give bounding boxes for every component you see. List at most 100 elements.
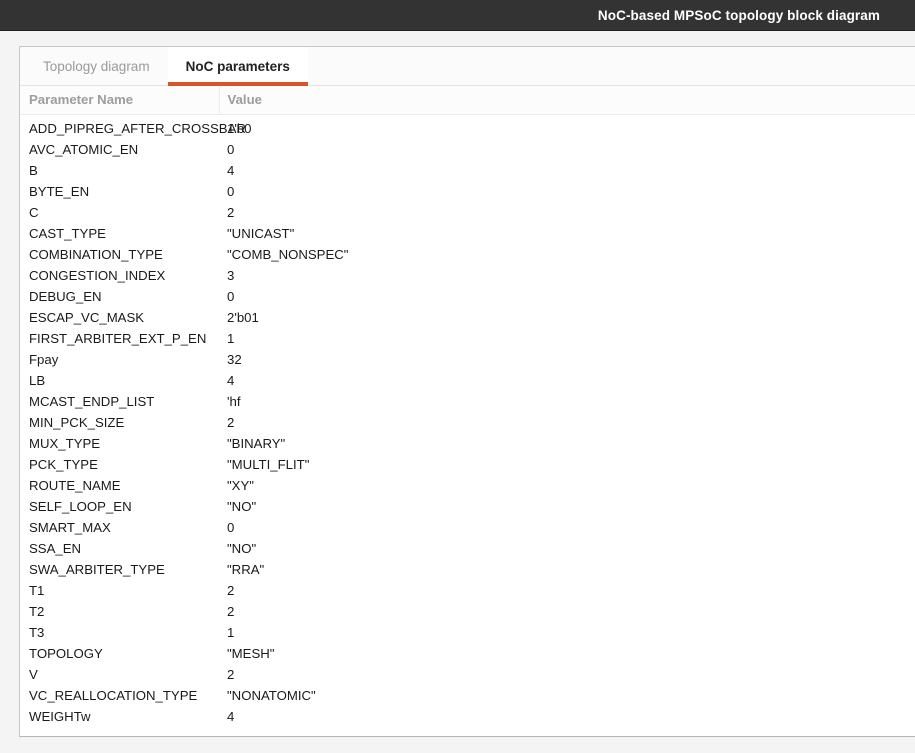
table-row[interactable]: TOPOLOGY"MESH" (20, 643, 915, 664)
parameter-value-cell: 2 (219, 202, 915, 223)
table-header-row: Parameter Name Value (20, 86, 915, 115)
table-row[interactable]: AVC_ATOMIC_EN0 (20, 139, 915, 160)
table-row[interactable]: CONGESTION_INDEX3 (20, 265, 915, 286)
parameter-value-cell: "COMB_NONSPEC" (219, 244, 915, 265)
parameter-name-cell: ESCAP_VC_MASK (20, 307, 219, 328)
parameter-name-cell: SMART_MAX (20, 517, 219, 538)
parameter-value-cell: "NO" (219, 538, 915, 559)
parameter-name-cell: B (20, 160, 219, 181)
parameter-name-cell: SSA_EN (20, 538, 219, 559)
table-row[interactable]: T12 (20, 580, 915, 601)
parameter-value-cell: 1'b0 (219, 115, 915, 140)
parameter-name-cell: CAST_TYPE (20, 223, 219, 244)
column-header-parameter-name[interactable]: Parameter Name (20, 86, 219, 115)
table-row[interactable]: LB4 (20, 370, 915, 391)
parameter-name-cell: MUX_TYPE (20, 433, 219, 454)
parameter-name-cell: CONGESTION_INDEX (20, 265, 219, 286)
tab-topology-diagram[interactable]: Topology diagram (25, 47, 168, 85)
parameter-name-cell: AVC_ATOMIC_EN (20, 139, 219, 160)
parameter-value-cell: 'hf (219, 391, 915, 412)
parameter-value-cell: "MULTI_FLIT" (219, 454, 915, 475)
table-row[interactable]: SELF_LOOP_EN"NO" (20, 496, 915, 517)
noc-panel: Topology diagramNoC parameters Parameter… (19, 46, 915, 737)
parameter-value-cell: 0 (219, 139, 915, 160)
page-body: Topology diagramNoC parameters Parameter… (0, 31, 915, 753)
parameter-value-cell: 0 (219, 181, 915, 202)
parameter-name-cell: BYTE_EN (20, 181, 219, 202)
table-row[interactable]: MIN_PCK_SIZE2 (20, 412, 915, 433)
parameter-name-cell: SELF_LOOP_EN (20, 496, 219, 517)
parameter-value-cell: 0 (219, 286, 915, 307)
noc-parameters-table: Parameter Name Value ADD_PIPREG_AFTER_CR… (20, 86, 915, 727)
parameter-value-cell: 2 (219, 601, 915, 622)
table-row[interactable]: ADD_PIPREG_AFTER_CROSSBAR1'b0 (20, 115, 915, 140)
parameter-name-cell: VC_REALLOCATION_TYPE (20, 685, 219, 706)
table-row[interactable]: V2 (20, 664, 915, 685)
table-row[interactable]: PCK_TYPE"MULTI_FLIT" (20, 454, 915, 475)
parameter-value-cell: "BINARY" (219, 433, 915, 454)
parameter-value-cell: "RRA" (219, 559, 915, 580)
tab-bar: Topology diagramNoC parameters (20, 47, 915, 86)
window-title: NoC-based MPSoC topology block diagram (598, 8, 915, 23)
parameter-name-cell: PCK_TYPE (20, 454, 219, 475)
table-row[interactable]: COMBINATION_TYPE"COMB_NONSPEC" (20, 244, 915, 265)
table-row[interactable]: BYTE_EN0 (20, 181, 915, 202)
table-row[interactable]: VC_REALLOCATION_TYPE"NONATOMIC" (20, 685, 915, 706)
parameter-name-cell: LB (20, 370, 219, 391)
parameter-name-cell: WEIGHTw (20, 706, 219, 727)
table-header: Parameter Name Value (20, 86, 915, 115)
parameter-value-cell: 2 (219, 412, 915, 433)
parameter-name-cell: ROUTE_NAME (20, 475, 219, 496)
parameter-name-cell: FIRST_ARBITER_EXT_P_EN (20, 328, 219, 349)
parameter-value-cell: 32 (219, 349, 915, 370)
table-row[interactable]: B4 (20, 160, 915, 181)
table-row[interactable]: CAST_TYPE"UNICAST" (20, 223, 915, 244)
table-row[interactable]: MUX_TYPE"BINARY" (20, 433, 915, 454)
parameter-name-cell: MCAST_ENDP_LIST (20, 391, 219, 412)
parameter-value-cell: 1 (219, 622, 915, 643)
parameter-name-cell: DEBUG_EN (20, 286, 219, 307)
parameter-name-cell: T2 (20, 601, 219, 622)
parameter-value-cell: 3 (219, 265, 915, 286)
table-row[interactable]: ESCAP_VC_MASK2'b01 (20, 307, 915, 328)
parameter-value-cell: "NO" (219, 496, 915, 517)
column-header-value[interactable]: Value (219, 86, 915, 115)
table-row[interactable]: DEBUG_EN0 (20, 286, 915, 307)
parameter-name-cell: COMBINATION_TYPE (20, 244, 219, 265)
parameter-name-cell: T1 (20, 580, 219, 601)
parameter-value-cell: 2 (219, 664, 915, 685)
parameter-value-cell: 4 (219, 370, 915, 391)
parameter-value-cell: 2'b01 (219, 307, 915, 328)
table-row[interactable]: WEIGHTw4 (20, 706, 915, 727)
parameter-value-cell: 1 (219, 328, 915, 349)
table-row[interactable]: SMART_MAX0 (20, 517, 915, 538)
table-row[interactable]: Fpay32 (20, 349, 915, 370)
parameter-value-cell: 4 (219, 160, 915, 181)
parameter-name-cell: MIN_PCK_SIZE (20, 412, 219, 433)
table-row[interactable]: ROUTE_NAME"XY" (20, 475, 915, 496)
parameter-value-cell: 4 (219, 706, 915, 727)
table-body: ADD_PIPREG_AFTER_CROSSBAR1'b0AVC_ATOMIC_… (20, 115, 915, 728)
parameter-name-cell: Fpay (20, 349, 219, 370)
parameter-name-cell: V (20, 664, 219, 685)
parameter-value-cell: "MESH" (219, 643, 915, 664)
parameter-value-cell: "XY" (219, 475, 915, 496)
parameter-name-cell: TOPOLOGY (20, 643, 219, 664)
table-row[interactable]: C2 (20, 202, 915, 223)
parameter-name-cell: T3 (20, 622, 219, 643)
parameter-value-cell: 2 (219, 580, 915, 601)
table-row[interactable]: T31 (20, 622, 915, 643)
parameter-value-cell: "UNICAST" (219, 223, 915, 244)
tab-noc-parameters[interactable]: NoC parameters (168, 47, 308, 85)
parameter-name-cell: C (20, 202, 219, 223)
table-row[interactable]: FIRST_ARBITER_EXT_P_EN1 (20, 328, 915, 349)
table-row[interactable]: SWA_ARBITER_TYPE"RRA" (20, 559, 915, 580)
parameter-value-cell: 0 (219, 517, 915, 538)
table-row[interactable]: SSA_EN"NO" (20, 538, 915, 559)
table-row[interactable]: MCAST_ENDP_LIST'hf (20, 391, 915, 412)
parameter-value-cell: "NONATOMIC" (219, 685, 915, 706)
parameter-name-cell: ADD_PIPREG_AFTER_CROSSBAR (20, 115, 219, 140)
parameter-name-cell: SWA_ARBITER_TYPE (20, 559, 219, 580)
window-title-bar: NoC-based MPSoC topology block diagram (0, 0, 915, 31)
table-row[interactable]: T22 (20, 601, 915, 622)
